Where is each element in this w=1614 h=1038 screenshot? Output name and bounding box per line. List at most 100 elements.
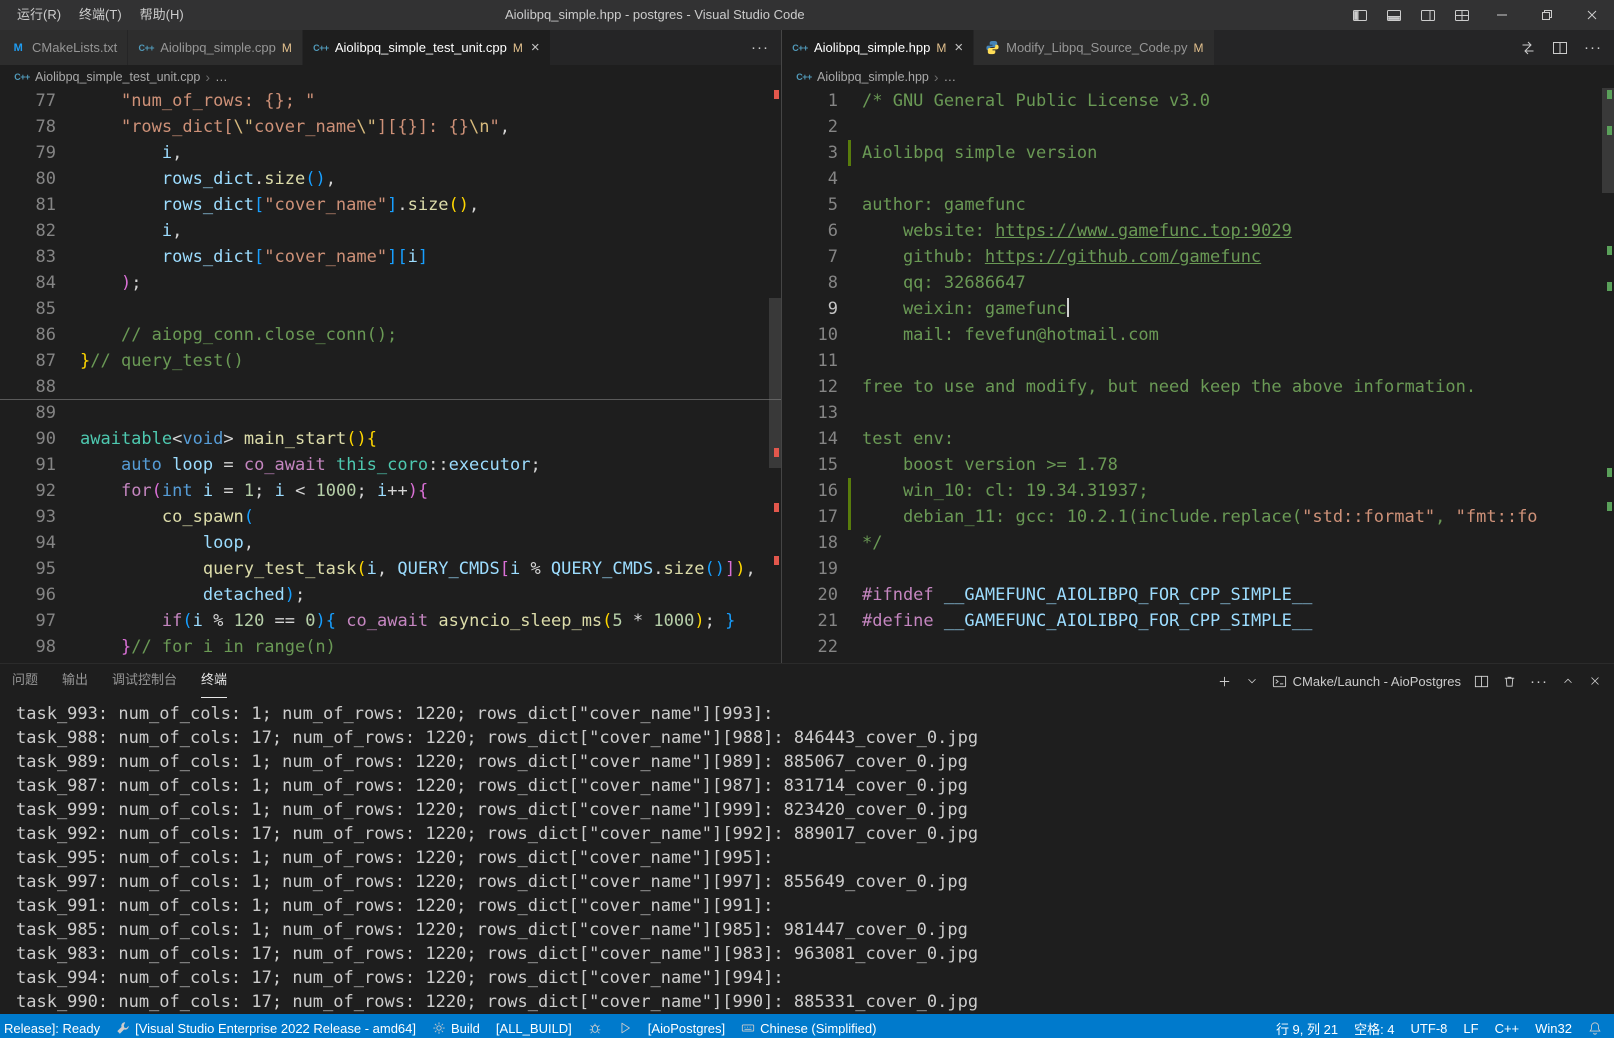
code-line-77[interactable]: 77 "num_of_rows: {}; " — [0, 88, 781, 114]
cmake-build-button[interactable]: Build — [424, 1014, 488, 1038]
close-window-button[interactable] — [1569, 0, 1614, 30]
code-line-9[interactable]: 9 weixin: gamefunc — [782, 296, 1614, 322]
code-line-87[interactable]: 87}// query_test() — [0, 348, 781, 374]
cmake-kit-selector[interactable]: [Visual Studio Enterprise 2022 Release -… — [108, 1014, 424, 1038]
cmake-launch-button[interactable] — [610, 1014, 640, 1038]
open-changes-icon[interactable] — [1520, 40, 1536, 56]
code-line-1[interactable]: 1/* GNU General Public License v3.0 — [782, 88, 1614, 114]
code-line-84[interactable]: 84 ); — [0, 270, 781, 296]
tab-aiolibpq-simple-hpp[interactable]: C++ Aiolibpq_simple.hpp M × — [782, 30, 975, 65]
minimize-button[interactable] — [1479, 0, 1524, 30]
code-line-98[interactable]: 98 }// for i in range(n) — [0, 634, 781, 660]
tab-aiolibpq-simple-test-unit-cpp[interactable]: C++ Aiolibpq_simple_test_unit.cpp M × — [302, 30, 551, 65]
active-terminal-item[interactable]: CMake/Launch - AioPostgres — [1272, 674, 1461, 689]
code-line-88[interactable]: 88 — [0, 374, 781, 400]
new-terminal-icon[interactable] — [1217, 674, 1232, 689]
panel-tab-problems[interactable]: 问题 — [12, 664, 38, 698]
tab-aiolibpq-simple-cpp[interactable]: C++ Aiolibpq_simple.cpp M — [128, 30, 303, 65]
tab-modify-libpq-source-code-py[interactable]: Modify_Libpq_Source_Code.py M — [974, 30, 1215, 65]
code-editor-left[interactable]: 77 "num_of_rows: {}; " 78 "rows_dict[\"co… — [0, 88, 781, 663]
breadcrumb-file[interactable]: Aiolibpq_simple.hpp — [817, 70, 929, 84]
kill-terminal-icon[interactable] — [1502, 674, 1517, 689]
code-line-7[interactable]: 7 github: https://github.com/gamefunc — [782, 244, 1614, 270]
ime-indicator[interactable]: Chinese (Simplified) — [733, 1014, 884, 1038]
code-line-80[interactable]: 80 rows_dict.size(), — [0, 166, 781, 192]
close-tab-icon[interactable]: × — [531, 40, 540, 55]
code-line-91[interactable]: 91 auto loop = co_await this_coro::execu… — [0, 452, 781, 478]
language-mode[interactable]: C++ — [1487, 1014, 1528, 1038]
code-line-16[interactable]: 16 win_10: cl: 19.34.31937; — [782, 478, 1614, 504]
eol-status[interactable]: LF — [1455, 1014, 1486, 1038]
panel-more-actions-icon[interactable]: ··· — [1530, 673, 1548, 690]
terminal-dropdown-icon[interactable] — [1245, 674, 1259, 688]
more-actions-icon[interactable]: ··· — [751, 39, 769, 56]
code-line-15[interactable]: 15 boost version >= 1.78 — [782, 452, 1614, 478]
encoding-status[interactable]: UTF-8 — [1403, 1014, 1456, 1038]
code-line-14[interactable]: 14 test env: — [782, 426, 1614, 452]
scrollbar-left-editor[interactable] — [769, 298, 781, 468]
code-line-4[interactable]: 4 — [782, 166, 1614, 192]
menu-run[interactable]: 运行(R) — [8, 0, 70, 30]
code-line-21[interactable]: 21 #define __GAMEFUNC_AIOLIBPQ_FOR_CPP_SI… — [782, 608, 1614, 634]
toggle-sidebar-icon[interactable] — [1343, 0, 1377, 30]
terminal-output[interactable]: task_993: num_of_cols: 1; num_of_rows: 1… — [0, 698, 1614, 1014]
code-line-19[interactable]: 19 — [782, 556, 1614, 582]
code-line-96[interactable]: 96 detached); — [0, 582, 781, 608]
code-line-95[interactable]: 95 query_test_task(i, QUERY_CMDS[i % QUE… — [0, 556, 781, 582]
menu-terminal[interactable]: 终端(T) — [70, 0, 131, 30]
code-line-5[interactable]: 5 author: gamefunc — [782, 192, 1614, 218]
code-line-11[interactable]: 11 — [782, 348, 1614, 374]
customize-layout-icon[interactable] — [1445, 0, 1479, 30]
panel-tab-terminal[interactable]: 终端 — [201, 664, 228, 698]
indentation-status[interactable]: 空格: 4 — [1346, 1014, 1402, 1038]
panel-tab-debug-console[interactable]: 调试控制台 — [112, 664, 177, 698]
code-line-90[interactable]: 90 awaitable<void> main_start(){ — [0, 426, 781, 452]
split-editor-icon[interactable] — [1552, 40, 1568, 56]
notifications-bell[interactable] — [1580, 1014, 1614, 1038]
cmake-variant-status[interactable]: Release]: Ready — [0, 1014, 108, 1038]
menu-help[interactable]: 帮助(H) — [131, 0, 193, 30]
close-panel-icon[interactable] — [1588, 674, 1602, 688]
code-line-83[interactable]: 83 rows_dict["cover_name"][i] — [0, 244, 781, 270]
code-line-94[interactable]: 94 loop, — [0, 530, 781, 556]
code-line-93[interactable]: 93 co_spawn( — [0, 504, 781, 530]
code-line-22[interactable]: 22 — [782, 634, 1614, 660]
breadcrumb-right[interactable]: C++ Aiolibpq_simple.hpp › … — [782, 65, 1614, 88]
cmake-launch-target[interactable]: [AioPostgres] — [640, 1014, 733, 1038]
code-line-8[interactable]: 8 qq: 32686647 — [782, 270, 1614, 296]
code-line-89[interactable]: 89 — [0, 400, 781, 426]
code-line-82[interactable]: 82 i, — [0, 218, 781, 244]
breadcrumb-left[interactable]: C++ Aiolibpq_simple_test_unit.cpp › … — [0, 65, 781, 88]
code-line-3[interactable]: 3 Aiolibpq simple version — [782, 140, 1614, 166]
code-line-17[interactable]: 17 debian_11: gcc: 10.2.1(include.replac… — [782, 504, 1614, 530]
code-line-81[interactable]: 81 rows_dict["cover_name"].size(), — [0, 192, 781, 218]
toggle-secondary-sidebar-icon[interactable] — [1411, 0, 1445, 30]
code-line-12[interactable]: 12 free to use and modify, but need keep … — [782, 374, 1614, 400]
code-line-92[interactable]: 92 for(int i = 1; i < 1000; i++){ — [0, 478, 781, 504]
code-line-10[interactable]: 10 mail: fevefun@hotmail.com — [782, 322, 1614, 348]
code-editor-right[interactable]: 1/* GNU General Public License v3.0 2 3 Aio… — [782, 88, 1614, 663]
code-line-20[interactable]: 20 #ifndef __GAMEFUNC_AIOLIBPQ_FOR_CPP_SI… — [782, 582, 1614, 608]
code-line-78[interactable]: 78 "rows_dict[\"cover_name\"][{}]: {}\n"… — [0, 114, 781, 140]
close-tab-icon[interactable]: × — [954, 40, 963, 55]
cmake-debug-button[interactable] — [580, 1014, 610, 1038]
code-line-2[interactable]: 2 — [782, 114, 1614, 140]
maximize-panel-icon[interactable] — [1561, 674, 1575, 688]
code-line-18[interactable]: 18 */ — [782, 530, 1614, 556]
code-line-79[interactable]: 79 i, — [0, 140, 781, 166]
tab-cmakelists[interactable]: M CMakeLists.txt — [0, 30, 129, 65]
cmake-build-target[interactable]: [ALL_BUILD] — [488, 1014, 580, 1038]
code-line-13[interactable]: 13 — [782, 400, 1614, 426]
breadcrumb-file[interactable]: Aiolibpq_simple_test_unit.cpp — [35, 70, 200, 84]
split-terminal-icon[interactable] — [1474, 674, 1489, 689]
code-line-97[interactable]: 97 if(i % 120 == 0){ co_await asyncio_sl… — [0, 608, 781, 634]
platform-config[interactable]: Win32 — [1527, 1014, 1580, 1038]
breadcrumb-symbol[interactable]: … — [215, 70, 228, 84]
code-line-6[interactable]: 6 website: https://www.gamefunc.top:9029 — [782, 218, 1614, 244]
toggle-panel-icon[interactable] — [1377, 0, 1411, 30]
scrollbar-right-editor[interactable] — [1602, 88, 1614, 193]
cursor-position[interactable]: 行 9, 列 21 — [1268, 1014, 1346, 1038]
restore-button[interactable] — [1524, 0, 1569, 30]
code-line-86[interactable]: 86 // aiopg_conn.close_conn(); — [0, 322, 781, 348]
panel-tab-output[interactable]: 输出 — [62, 664, 88, 698]
